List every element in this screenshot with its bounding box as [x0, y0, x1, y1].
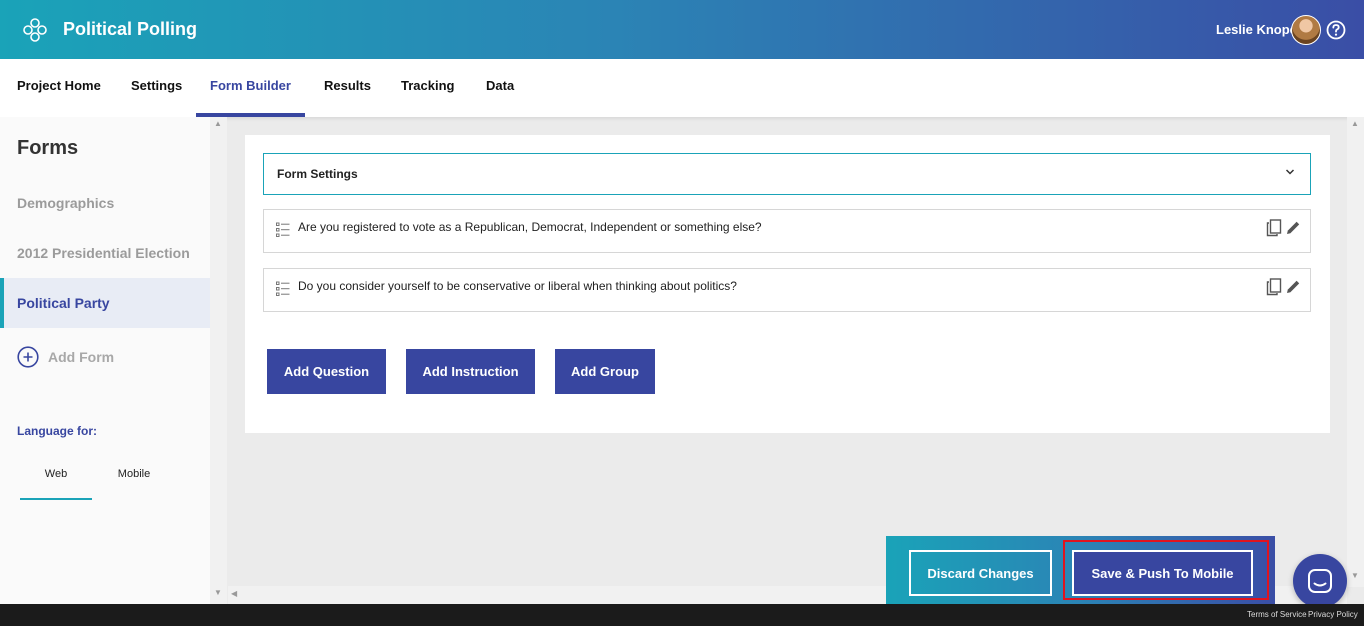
clover-logo-icon[interactable] — [22, 17, 48, 43]
scroll-up-icon[interactable]: ▲ — [1351, 119, 1359, 128]
discard-changes-button[interactable]: Discard Changes — [909, 550, 1052, 596]
scroll-down-icon[interactable]: ▼ — [214, 588, 222, 597]
form-settings-label: Form Settings — [277, 167, 358, 181]
main-vertical-scrollbar[interactable]: ▲ ▼ — [1347, 117, 1364, 587]
avatar[interactable] — [1291, 15, 1321, 45]
add-question-button[interactable]: Add Question — [267, 349, 386, 394]
chevron-down-icon — [1285, 169, 1295, 175]
app-header: Political Polling Leslie Knope — [0, 0, 1364, 59]
app-title[interactable]: Political Polling — [63, 19, 197, 40]
user-name[interactable]: Leslie Knope — [1216, 22, 1297, 37]
form-settings-accordion[interactable]: Form Settings — [263, 153, 1311, 195]
list-icon — [276, 281, 290, 296]
language-tab-mobile[interactable]: Mobile — [98, 462, 170, 500]
question-text: Do you consider yourself to be conservat… — [298, 279, 737, 293]
add-instruction-button[interactable]: Add Instruction — [406, 349, 535, 394]
list-icon — [276, 222, 290, 237]
sidebar-scrollbar[interactable]: ▲ ▼ — [210, 117, 227, 604]
question-text: Are you registered to vote as a Republic… — [298, 220, 762, 234]
question-item[interactable]: Are you registered to vote as a Republic… — [263, 209, 1311, 253]
form-builder-panel: Form Settings Are you registered to vote… — [245, 135, 1330, 433]
save-push-to-mobile-button[interactable]: Save & Push To Mobile — [1072, 550, 1253, 596]
copy-icon[interactable] — [1266, 219, 1282, 237]
main-nav: Project Home Settings Form Builder Resul… — [0, 59, 1364, 117]
plus-circle-icon — [17, 346, 39, 368]
sidebar-item-political-party[interactable]: Political Party — [0, 278, 210, 328]
question-item[interactable]: Do you consider yourself to be conservat… — [263, 268, 1311, 312]
sidebar-title: Forms — [17, 137, 79, 159]
pencil-icon[interactable] — [1286, 220, 1301, 235]
language-tab-web[interactable]: Web — [20, 462, 92, 500]
sidebar-item-demographics[interactable]: Demographics — [0, 178, 210, 228]
pencil-icon[interactable] — [1286, 279, 1301, 294]
sidebar-item-2012-presidential-election[interactable]: 2012 Presidential Election — [0, 228, 210, 278]
scroll-down-icon[interactable]: ▼ — [1351, 571, 1359, 580]
add-group-button[interactable]: Add Group — [555, 349, 655, 394]
forms-sidebar: Forms Demographics 2012 Presidential Ele… — [0, 117, 210, 604]
tab-tracking[interactable]: Tracking — [401, 59, 454, 117]
scroll-left-icon[interactable]: ◀ — [231, 589, 237, 598]
page-footer: Terms of Service Privacy Policy — [0, 604, 1364, 626]
tab-settings[interactable]: Settings — [131, 59, 182, 117]
copy-icon[interactable] — [1266, 278, 1282, 296]
question-circle-icon[interactable] — [1326, 20, 1346, 40]
chat-icon — [1308, 569, 1332, 593]
tab-form-builder[interactable]: Form Builder — [196, 59, 305, 117]
tab-project-home[interactable]: Project Home — [17, 59, 101, 117]
tab-results[interactable]: Results — [324, 59, 371, 117]
save-action-bar: Discard Changes Save & Push To Mobile — [886, 536, 1275, 604]
language-label: Language for: — [17, 424, 97, 438]
chat-launcher-button[interactable] — [1293, 554, 1347, 608]
privacy-policy-link[interactable]: Privacy Policy — [1308, 610, 1358, 619]
scroll-up-icon[interactable]: ▲ — [214, 119, 222, 128]
terms-of-service-link[interactable]: Terms of Service — [1247, 610, 1307, 619]
tab-data[interactable]: Data — [486, 59, 514, 117]
add-form-button[interactable]: Add Form — [17, 345, 114, 369]
add-form-label: Add Form — [48, 349, 115, 365]
